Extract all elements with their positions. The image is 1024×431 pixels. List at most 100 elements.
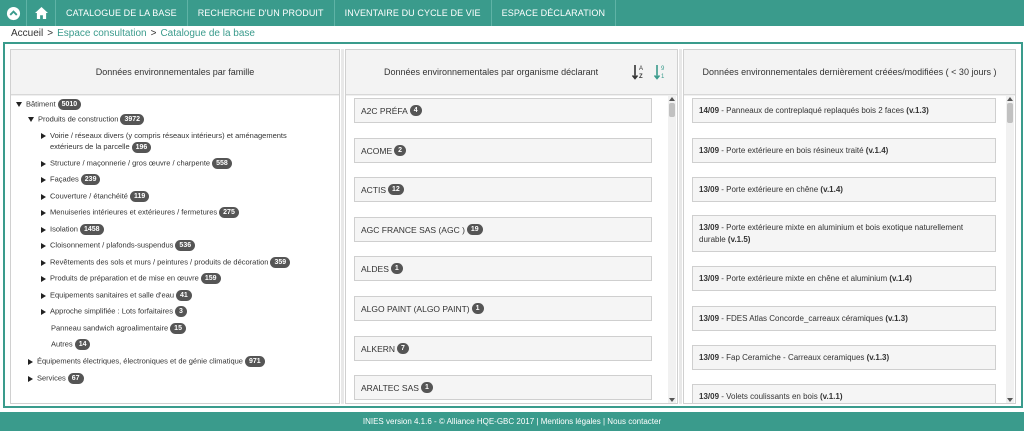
caret-right-icon[interactable]: [41, 275, 46, 282]
recent-entry[interactable]: 13/09 - Fap Ceramiche - Carreaux ceramiq…: [692, 345, 996, 370]
breadcrumb-home[interactable]: Accueil: [11, 28, 43, 39]
family-panel-title: Données environnementales par famille: [11, 50, 339, 95]
tree-node-structure[interactable]: Structure / maçonnerie / gros œuvre / ch…: [41, 158, 232, 169]
caret-right-icon[interactable]: [28, 375, 33, 382]
nav-catalogue[interactable]: CATALOGUE DE LA BASE: [56, 0, 188, 26]
caret-down-icon[interactable]: [28, 117, 34, 122]
org-card[interactable]: AGC FRANCE SAS (AGC ) 19: [354, 217, 652, 242]
tree-node-cloisonnement[interactable]: Cloisonnement / plafonds-suspendus 536: [41, 240, 196, 251]
tree-node-isolation[interactable]: Isolation 1458: [41, 224, 104, 235]
count-badge: 159: [200, 273, 221, 284]
scroll-up-icon[interactable]: [669, 97, 675, 101]
count-badge: 196: [131, 141, 152, 153]
recent-entry[interactable]: 13/09 - Porte extérieure mixte en chêne …: [692, 266, 996, 291]
tree-node-approche-simplifiee[interactable]: Approche simplifiée : Lots forfaitaires 3: [41, 306, 187, 317]
breadcrumb-catalogue[interactable]: Catalogue de la base: [160, 28, 255, 39]
svg-text:Z: Z: [639, 74, 643, 80]
org-card[interactable]: ALKERN 7: [354, 336, 652, 361]
chevron-up-circle-icon: [6, 6, 20, 20]
footer: INIES version 4.1.6 - © Alliance HQE-GBC…: [0, 412, 1024, 431]
org-card[interactable]: ALGO PAINT (ALGO PAINT) 1: [354, 296, 652, 321]
recent-list-scrollbar[interactable]: [1006, 96, 1014, 403]
recent-panel: Données environnementales dernièrement c…: [683, 49, 1016, 404]
caret-right-icon[interactable]: [41, 308, 46, 315]
footer-legal-link[interactable]: Mentions légales: [541, 417, 601, 426]
recent-entry[interactable]: 14/09 - Panneaux de contreplaqué replaqu…: [692, 98, 996, 123]
caret-right-icon[interactable]: [41, 133, 46, 140]
count-badge: 1: [420, 382, 433, 393]
scroll-down-icon[interactable]: [669, 398, 675, 402]
org-list-scrollbar[interactable]: [668, 96, 676, 403]
svg-text:A: A: [639, 66, 643, 72]
recent-entry[interactable]: 13/09 - Porte extérieure en chêne (v.1.4…: [692, 177, 996, 202]
tree-leaf-autres[interactable]: Autres 14: [51, 339, 91, 350]
count-badge: 239: [80, 174, 101, 185]
recent-list: 14/09 - Panneaux de contreplaqué replaqu…: [684, 96, 1015, 403]
tree-node-batiment[interactable]: Bâtiment 5010: [16, 99, 82, 110]
recent-panel-title: Données environnementales dernièrement c…: [684, 50, 1015, 95]
count-badge: 3972: [120, 114, 145, 125]
breadcrumb-espace-consultation[interactable]: Espace consultation: [57, 28, 147, 39]
count-badge: 12: [388, 184, 404, 195]
count-badge: 4: [409, 105, 422, 116]
caret-right-icon[interactable]: [41, 242, 46, 249]
org-card[interactable]: ACTIS 12: [354, 177, 652, 202]
caret-right-icon[interactable]: [41, 259, 46, 266]
tree-node-equipements-electriques[interactable]: Équipements électriques, électroniques e…: [28, 356, 265, 367]
tree-node-revetements[interactable]: Revêtements des sols et murs / peintures…: [41, 257, 291, 268]
org-card[interactable]: ACOME 2: [354, 138, 652, 163]
nav-inventaire-cycle-vie[interactable]: INVENTAIRE DU CYCLE DE VIE: [335, 0, 492, 26]
scroll-up-icon[interactable]: [1007, 97, 1013, 101]
recent-entry[interactable]: 13/09 - Porte extérieure en bois résineu…: [692, 138, 996, 163]
breadcrumb: Accueil > Espace consultation > Catalogue de…: [11, 28, 255, 39]
nav-espace-declaration[interactable]: ESPACE DÉCLARATION: [492, 0, 617, 26]
count-badge: 5010: [57, 99, 82, 110]
nav-recherche-produit[interactable]: RECHERCHE D'UN PRODUIT: [188, 0, 335, 26]
caret-right-icon[interactable]: [41, 176, 46, 183]
sort-numeric-button[interactable]: 91: [653, 64, 668, 85]
count-badge: 14: [74, 339, 91, 350]
tree-node-preparation[interactable]: Produits de préparation et de mise en œu…: [41, 273, 221, 284]
caret-down-icon[interactable]: [16, 102, 22, 107]
caret-right-icon[interactable]: [41, 193, 46, 200]
panel-splitter[interactable]: [679, 49, 682, 404]
recent-entry[interactable]: 13/09 - Porte extérieure mixte en alumin…: [692, 215, 996, 252]
scrollbar-thumb[interactable]: [1007, 103, 1013, 123]
home-button[interactable]: [27, 0, 56, 26]
count-badge: 3: [174, 306, 187, 317]
top-navigation: CATALOGUE DE LA BASE RECHERCHE D'UN PROD…: [0, 0, 1024, 26]
footer-contact-link[interactable]: Nous contacter: [607, 417, 661, 426]
tree-node-voirie[interactable]: Voirie / réseaux divers (y compris résea…: [41, 130, 287, 153]
count-badge: 15: [170, 323, 186, 334]
collapse-menu-button[interactable]: [0, 0, 27, 26]
tree-leaf-panneau-sandwich[interactable]: Panneau sandwich agroalimentaire 15: [51, 323, 186, 334]
sort-numeric-icon: 91: [653, 65, 665, 80]
org-card[interactable]: A2C PRÉFA 4: [354, 98, 652, 123]
tree-node-couverture[interactable]: Couverture / étanchéité 119: [41, 191, 150, 202]
organisme-panel-title: Données environnementales par organisme …: [346, 50, 677, 95]
sort-alpha-button[interactable]: AZ: [631, 64, 646, 85]
tree-node-menuiseries[interactable]: Menuiseries intérieures et extérieures /…: [41, 207, 239, 218]
panel-splitter[interactable]: [341, 49, 344, 404]
family-tree: Bâtiment 5010 Produits de construction 397…: [11, 96, 339, 403]
count-badge: 1: [471, 303, 484, 314]
count-badge: 67: [67, 373, 84, 384]
caret-right-icon[interactable]: [41, 160, 46, 167]
caret-right-icon[interactable]: [41, 226, 46, 233]
caret-right-icon[interactable]: [41, 209, 46, 216]
tree-node-sanitaires[interactable]: Equipements sanitaires et salle d'eau 41: [41, 290, 192, 301]
recent-entry[interactable]: 13/09 - Volets coulissants en bois (v.1.…: [692, 384, 996, 403]
org-card[interactable]: ALDES 1: [354, 256, 652, 281]
count-badge: 536: [175, 240, 196, 251]
scrollbar-thumb[interactable]: [669, 103, 675, 117]
org-card[interactable]: ARALTEC SAS 1: [354, 375, 652, 400]
recent-entry[interactable]: 13/09 - FDES Atlas Concorde_carreaux cér…: [692, 306, 996, 331]
tree-node-facades[interactable]: Façades 239: [41, 174, 101, 185]
tree-node-produits-construction[interactable]: Produits de construction 3972: [28, 114, 145, 125]
tree-node-services[interactable]: Services 67: [28, 373, 84, 384]
family-panel: Données environnementales par famille Bâ…: [10, 49, 340, 404]
scroll-down-icon[interactable]: [1007, 398, 1013, 402]
caret-right-icon[interactable]: [41, 292, 46, 299]
count-badge: 275: [219, 207, 239, 218]
caret-right-icon[interactable]: [28, 358, 33, 365]
